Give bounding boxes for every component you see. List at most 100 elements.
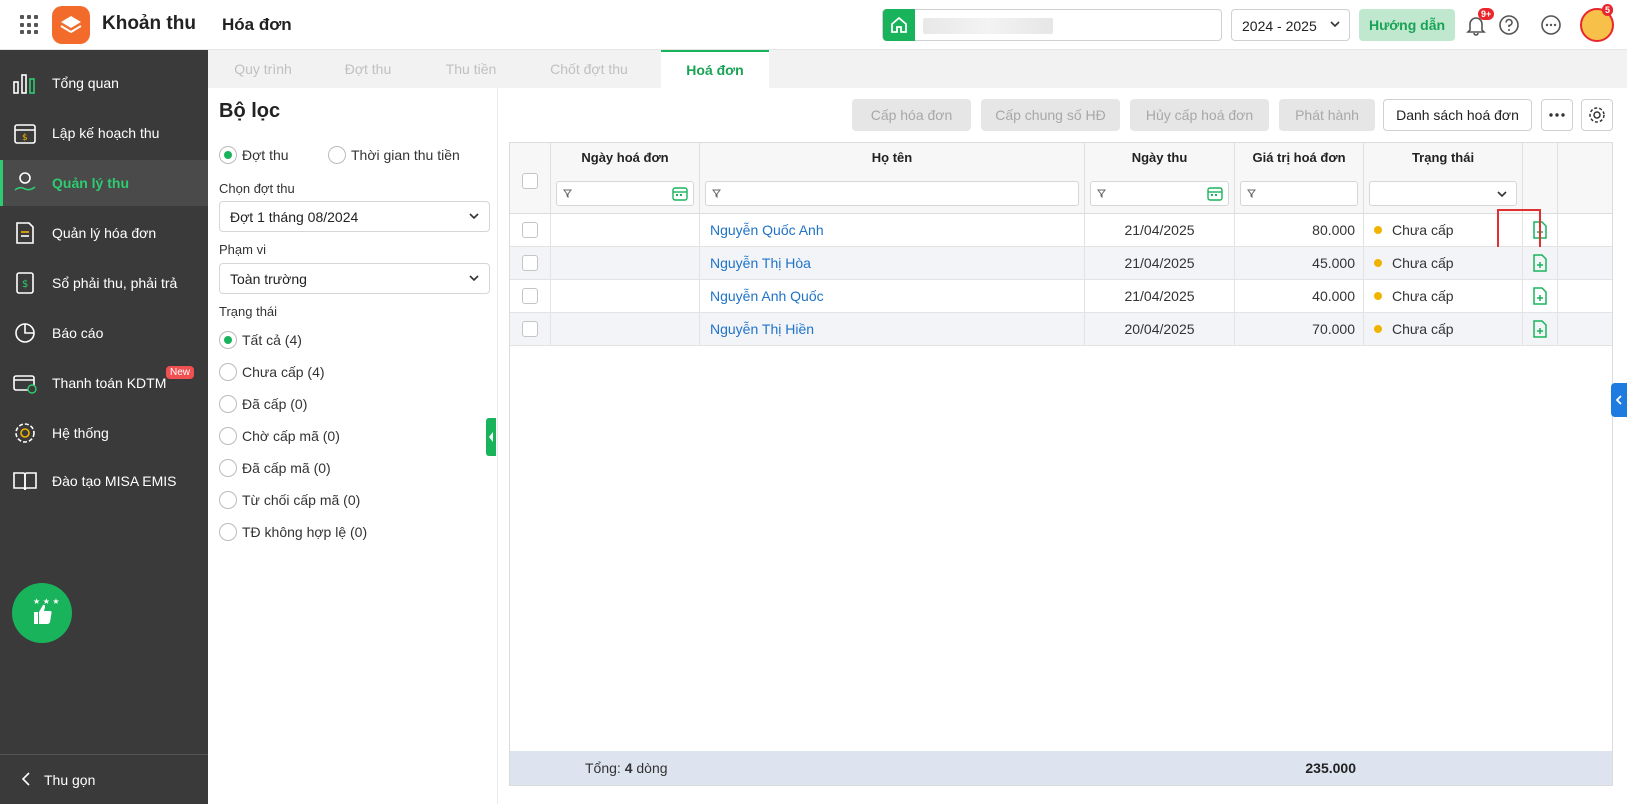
invoice-value-filter-input[interactable]: [1240, 181, 1358, 206]
avatar-badge: 5: [1602, 4, 1614, 16]
sidebar-item-ledger[interactable]: $ Sổ phải thu, phải trả: [0, 260, 208, 306]
invoice-table: Ngày hoá đơn Họ tên Ngày thu Giá trị hoá…: [509, 142, 1613, 786]
tab-collection-period[interactable]: Đợt thu: [318, 50, 418, 88]
guide-button[interactable]: Hướng dẫn: [1359, 9, 1455, 41]
sidebar-item-system[interactable]: Hệ thống: [0, 410, 208, 456]
cancel-issue-button[interactable]: Hủy cấp hoá đơn: [1130, 99, 1269, 131]
scope-select[interactable]: Toàn trường: [219, 263, 490, 294]
collapse-sidebar-button[interactable]: Thu gọn: [0, 754, 208, 804]
action-cell: [1523, 313, 1558, 345]
radio-label: Đã cấp (0): [242, 396, 308, 412]
period-select[interactable]: Đợt 1 tháng 08/2024: [219, 201, 490, 232]
publish-button[interactable]: Phát hành: [1279, 99, 1375, 131]
payment-date-cell: 21/04/2025: [1085, 214, 1235, 246]
row-checkbox[interactable]: [522, 222, 538, 238]
row-checkbox[interactable]: [522, 255, 538, 271]
sidebar-item-invoice-management[interactable]: Quản lý hóa đơn: [0, 210, 208, 256]
row-count-summary: Tổng: 4 dòng: [585, 760, 668, 776]
status-cell: Chưa cấp: [1364, 313, 1523, 345]
invoice-list-button[interactable]: Danh sách hoá đơn: [1383, 99, 1532, 131]
tab-close-period[interactable]: Chốt đợt thu: [524, 50, 654, 88]
full-name-link[interactable]: Nguyễn Thị Hòa: [700, 247, 1085, 279]
payment-date-filter-input[interactable]: [1090, 181, 1229, 206]
radio-label: Từ chối cấp mã (0): [242, 492, 361, 508]
settings-button[interactable]: [1581, 99, 1613, 131]
avatar[interactable]: 5: [1580, 4, 1614, 42]
radio-status-issued[interactable]: Đã cấp (0): [219, 395, 307, 413]
total-value: 235.000: [1305, 760, 1356, 776]
full-name-link[interactable]: Nguyễn Anh Quốc: [700, 280, 1085, 312]
invoice-date-cell: [551, 280, 700, 312]
full-name-filter-input[interactable]: [705, 181, 1079, 206]
radio-status-code-rejected[interactable]: Từ chối cấp mã (0): [219, 491, 360, 509]
radio-by-period[interactable]: Đợt thu: [219, 146, 289, 164]
rating-thumbs-up-icon[interactable]: ★ ★ ★: [12, 583, 72, 643]
radio-status-invalid[interactable]: TĐ không hợp lệ (0): [219, 523, 367, 541]
row-checkbox[interactable]: [522, 288, 538, 304]
radio-label: TĐ không hợp lệ (0): [242, 524, 368, 540]
row-checkbox[interactable]: [522, 321, 538, 337]
help-icon[interactable]: [1497, 13, 1521, 37]
full-name-link[interactable]: Nguyễn Quốc Anh: [700, 214, 1085, 246]
status-cell: Chưa cấp: [1364, 247, 1523, 279]
filter-icon: [712, 189, 721, 198]
tab-collect-money[interactable]: Thu tiền: [418, 50, 524, 88]
add-invoice-icon[interactable]: [1532, 320, 1548, 338]
table-row[interactable]: Nguyễn Anh Quốc 21/04/2025 40.000 Chưa c…: [510, 280, 1612, 313]
bell-icon[interactable]: 9+: [1464, 8, 1495, 37]
school-year-select[interactable]: 2024 - 2025: [1231, 9, 1350, 41]
sidebar-item-plan[interactable]: $ Lập kế hoạch thu: [0, 110, 208, 156]
more-dots-icon: [1549, 113, 1565, 117]
full-name-link[interactable]: Nguyễn Thị Hiền: [700, 313, 1085, 345]
row-checkbox-cell: [510, 247, 551, 279]
sidebar-item-reports[interactable]: Báo cáo: [0, 310, 208, 356]
footer-prefix: Tổng:: [585, 760, 625, 776]
issue-invoice-button[interactable]: Cấp hóa đơn: [852, 99, 971, 131]
radio-dot: [219, 459, 237, 477]
table-row[interactable]: Nguyễn Thị Hiền 20/04/2025 70.000 Chưa c…: [510, 313, 1612, 346]
radio-status-code-issued[interactable]: Đã cấp mã (0): [219, 459, 331, 477]
sidebar-item-overview[interactable]: Tổng quan: [0, 60, 208, 106]
header-select-all: [510, 143, 551, 214]
radio-status-not-issued[interactable]: Chưa cấp (4): [219, 363, 325, 381]
tabs-bar: Quy trình Đợt thu Thu tiền Chốt đợt thu …: [208, 50, 1627, 88]
add-invoice-icon[interactable]: [1532, 254, 1548, 272]
sidebar-item-label: Thanh toán KDTM: [52, 375, 167, 391]
sidebar-item-cashless-payment[interactable]: Thanh toán KDTM New: [0, 360, 208, 406]
right-panel-toggle[interactable]: [1611, 383, 1627, 417]
invoice-date-filter-input[interactable]: [556, 181, 694, 206]
filter-panel: Bộ lọc Đợt thu Thời gian thu tiền Chọn đ…: [208, 88, 498, 804]
status-text: Chưa cấp: [1392, 321, 1454, 337]
more-circle-icon[interactable]: [1539, 13, 1563, 37]
radio-status-waiting-code[interactable]: Chờ cấp mã (0): [219, 427, 340, 445]
gear-icon: [1589, 107, 1605, 123]
home-icon[interactable]: [883, 9, 915, 41]
calendar-icon[interactable]: [672, 186, 688, 201]
payment-date-cell: 21/04/2025: [1085, 247, 1235, 279]
invoice-date-cell: [551, 313, 700, 345]
app-logo-icon[interactable]: [52, 6, 90, 44]
issue-common-number-button[interactable]: Cấp chung số HĐ: [981, 99, 1120, 131]
apps-grid-icon[interactable]: [20, 15, 40, 35]
status-filter-select[interactable]: [1369, 181, 1517, 206]
more-options-button[interactable]: [1541, 99, 1573, 131]
radio-dot: [219, 395, 237, 413]
table-row[interactable]: Nguyễn Thị Hòa 21/04/2025 45.000 Chưa cấ…: [510, 247, 1612, 280]
table-footer: Tổng: 4 dòng 235.000: [510, 751, 1612, 785]
sidebar-item-revenue-management[interactable]: Quản lý thu: [0, 160, 208, 206]
tab-process[interactable]: Quy trình: [208, 50, 318, 88]
radio-dot: [219, 491, 237, 509]
radio-by-payment-time[interactable]: Thời gian thu tiền: [328, 146, 460, 164]
invoice-value-cell: 40.000: [1235, 280, 1364, 312]
sidebar-item-training[interactable]: Đào tạo MISA EMIS: [0, 458, 208, 504]
panel-resize-handle[interactable]: [486, 418, 496, 456]
school-search-input[interactable]: [882, 9, 1222, 41]
calendar-icon[interactable]: [1207, 186, 1223, 201]
sidebar-item-label: Báo cáo: [52, 325, 104, 341]
filter-title: Bộ lọc: [219, 100, 281, 122]
table-row[interactable]: Nguyễn Quốc Anh 21/04/2025 80.000 Chưa c…: [510, 209, 1612, 249]
add-invoice-icon[interactable]: [1532, 287, 1548, 305]
radio-status-all[interactable]: Tất cả (4): [219, 331, 302, 349]
tab-invoice[interactable]: Hoá đơn: [661, 50, 769, 88]
select-all-checkbox[interactable]: [522, 173, 538, 189]
